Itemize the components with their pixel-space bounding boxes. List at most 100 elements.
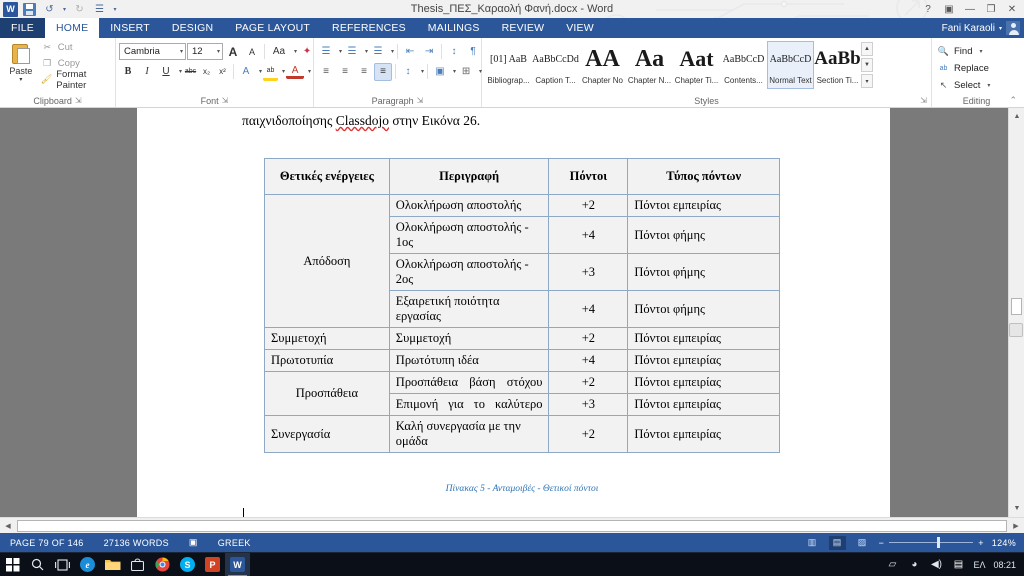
tab-file[interactable]: FILE — [0, 18, 45, 38]
increase-indent-icon[interactable]: ⇥ — [420, 43, 438, 61]
restore-button[interactable]: ❐ — [981, 1, 1001, 18]
subscript-icon[interactable]: x₂ — [199, 63, 214, 81]
bold-icon[interactable]: B — [119, 63, 137, 81]
find-button[interactable]: 🔍 Find ▾ — [935, 43, 985, 60]
style-item-section-title[interactable]: AaBb Section Ti... — [814, 41, 861, 89]
clipboard-dialog-launcher-icon[interactable]: ⇲ — [75, 96, 82, 105]
align-right-icon[interactable]: ≡ — [355, 63, 373, 81]
select-caret-icon[interactable]: ▾ — [984, 82, 990, 89]
underline-icon[interactable]: U — [157, 63, 175, 81]
bullets-icon[interactable]: ☰ — [317, 43, 335, 61]
view-print-layout-button[interactable]: ▤ — [828, 535, 846, 550]
find-caret-icon[interactable]: ▾ — [976, 48, 982, 55]
scroll-up-button[interactable]: ▲ — [1009, 108, 1024, 124]
replace-button[interactable]: ab Replace — [935, 60, 991, 77]
borders-icon[interactable]: ⊞ — [457, 63, 475, 81]
ribbon-tab-bar[interactable]: FILE HOME INSERT DESIGN PAGE LAYOUT REFE… — [0, 18, 1024, 38]
status-bar-right[interactable]: ▥ ▤ ▨ − + 124% — [804, 535, 1020, 550]
zoom-knob[interactable] — [937, 537, 941, 548]
network-icon[interactable]: ◕ — [907, 558, 921, 572]
shading-icon[interactable]: ▣ — [431, 63, 449, 81]
document-page[interactable]: παιχνιδοποίησης Classdojo στην Εικόνα 26… — [137, 108, 890, 533]
tray-language-indicator[interactable]: ΕΛ — [973, 560, 985, 570]
tab-mailings[interactable]: MAILINGS — [417, 18, 491, 38]
line-spacing-icon[interactable]: ↕ — [399, 63, 417, 81]
bullets-caret-icon[interactable]: ▾ — [336, 48, 342, 55]
decrease-indent-icon[interactable]: ⇤ — [401, 43, 419, 61]
taskbar-app-word[interactable]: W — [225, 552, 250, 576]
taskbar-app-edge[interactable]: e — [75, 553, 100, 576]
line-spacing-caret-icon[interactable]: ▾ — [418, 68, 424, 75]
tab-page-layout[interactable]: PAGE LAYOUT — [224, 18, 321, 38]
shading-caret-icon[interactable]: ▾ — [450, 68, 456, 75]
undo-icon[interactable]: ↺ — [41, 1, 58, 17]
show-formatting-marks-icon[interactable]: ¶ — [464, 43, 482, 61]
styles-scroll-down-icon[interactable]: ▼ — [861, 58, 873, 72]
font-family-caret-icon[interactable]: ▾ — [177, 48, 183, 55]
status-language[interactable]: GREEK — [208, 538, 261, 548]
styles-more-icon[interactable]: ▾ — [861, 74, 873, 88]
avatar[interactable] — [1006, 21, 1020, 35]
text-effects-icon[interactable]: A — [237, 63, 255, 81]
font-family-combo[interactable]: Cambria ▾ — [119, 43, 186, 60]
sort-icon[interactable]: ↕ — [445, 43, 463, 61]
taskbar-app-chrome[interactable] — [150, 553, 175, 576]
table-row[interactable]: Συνεργασία Καλή συνεργασία με την ομάδα … — [264, 415, 780, 453]
help-icon[interactable]: ? — [918, 1, 938, 18]
align-left-icon[interactable]: ≡ — [317, 63, 335, 81]
collapse-ribbon-icon[interactable]: ⌃ — [1009, 95, 1017, 106]
table-row[interactable]: Απόδοση Ολοκλήρωση αποστολής +2 Πόντοι ε… — [264, 194, 780, 328]
superscript-icon[interactable]: x² — [215, 63, 230, 81]
taskbar-app-store[interactable] — [125, 553, 150, 576]
cut-button[interactable]: ✂ Cut — [41, 40, 112, 55]
underline-caret-icon[interactable]: ▾ — [176, 68, 182, 75]
undo-dropdown-icon[interactable]: ▾ — [61, 1, 68, 17]
horizontal-scrollbar[interactable]: ◀ ▶ — [0, 517, 1024, 533]
touch-mode-icon[interactable]: ☰ — [91, 1, 108, 17]
styles-scroll-up-icon[interactable]: ▲ — [861, 42, 873, 56]
font-size-combo[interactable]: 12 ▾ — [187, 43, 223, 60]
table-row[interactable]: Συμμετοχή Συμμετοχή +2 Πόντοι εμπειρίας — [264, 327, 780, 350]
multilevel-list-icon[interactable]: ☰ — [369, 43, 387, 61]
hidden-icons-icon[interactable]: ▱ — [885, 558, 899, 572]
scroll-down-button[interactable]: ▼ — [1009, 500, 1024, 516]
multilevel-caret-icon[interactable]: ▾ — [388, 48, 394, 55]
style-item-chapter-title[interactable]: Aat Chapter Ti... — [673, 41, 720, 89]
taskbar-app-skype[interactable]: S — [175, 553, 200, 576]
taskbar-app-powerpoint[interactable]: P — [200, 553, 225, 576]
close-button[interactable]: ✕ — [1002, 1, 1022, 18]
tab-review[interactable]: REVIEW — [491, 18, 556, 38]
taskbar-search-button[interactable] — [25, 553, 50, 576]
save-icon[interactable] — [21, 1, 38, 17]
paste-button[interactable]: Paste ▾ — [3, 40, 39, 83]
shrink-font-icon[interactable]: A — [243, 43, 261, 61]
volume-icon[interactable]: ◀) — [929, 558, 943, 572]
zoom-out-button[interactable]: − — [879, 538, 885, 548]
proofing-status-icon[interactable]: ▣ — [179, 537, 208, 548]
scroll-left-button[interactable]: ◀ — [0, 518, 16, 533]
taskbar-app-file-explorer[interactable] — [100, 553, 125, 576]
account-dropdown-icon[interactable]: ▾ — [999, 25, 1002, 32]
style-item-normal-text[interactable]: AaBbCcD Normal Text — [767, 41, 814, 89]
status-word-count[interactable]: 27136 WORDS — [94, 538, 179, 548]
justify-icon[interactable]: ≡ — [374, 62, 392, 81]
style-item-contents[interactable]: AaBbCcD Contents... — [720, 41, 767, 89]
horizontal-scroll-thumb[interactable] — [17, 519, 1007, 532]
window-controls[interactable]: ? ▣ — ❐ ✕ — [918, 0, 1022, 18]
task-view-button[interactable] — [50, 553, 75, 576]
style-item-chapter-name[interactable]: Aa Chapter N... — [626, 41, 673, 89]
customize-qat-icon[interactable]: ▾ — [111, 1, 119, 17]
select-browse-object-icon[interactable] — [1009, 323, 1023, 337]
text-effects-caret-icon[interactable]: ▾ — [256, 68, 262, 75]
tab-home[interactable]: HOME — [44, 18, 100, 38]
ribbon-display-options-icon[interactable]: ▣ — [939, 1, 959, 18]
start-button[interactable] — [0, 553, 25, 576]
windows-taskbar[interactable]: e S P W ▱ ◕ ◀) ▤ ΕΛ 08:21 — [0, 552, 1024, 576]
rewards-table[interactable]: Θετικές ενέργειες Περιγραφή Πόντοι Τύπος… — [264, 158, 780, 453]
tab-view[interactable]: VIEW — [555, 18, 605, 38]
minimize-button[interactable]: — — [960, 1, 980, 18]
paragraph-dialog-launcher-icon[interactable]: ⇲ — [417, 96, 424, 105]
tab-design[interactable]: DESIGN — [161, 18, 224, 38]
format-painter-button[interactable]: 🖌 Format Painter — [41, 69, 112, 91]
status-bar[interactable]: PAGE 79 OF 146 27136 WORDS ▣ GREEK ▥ ▤ ▨… — [0, 533, 1024, 552]
